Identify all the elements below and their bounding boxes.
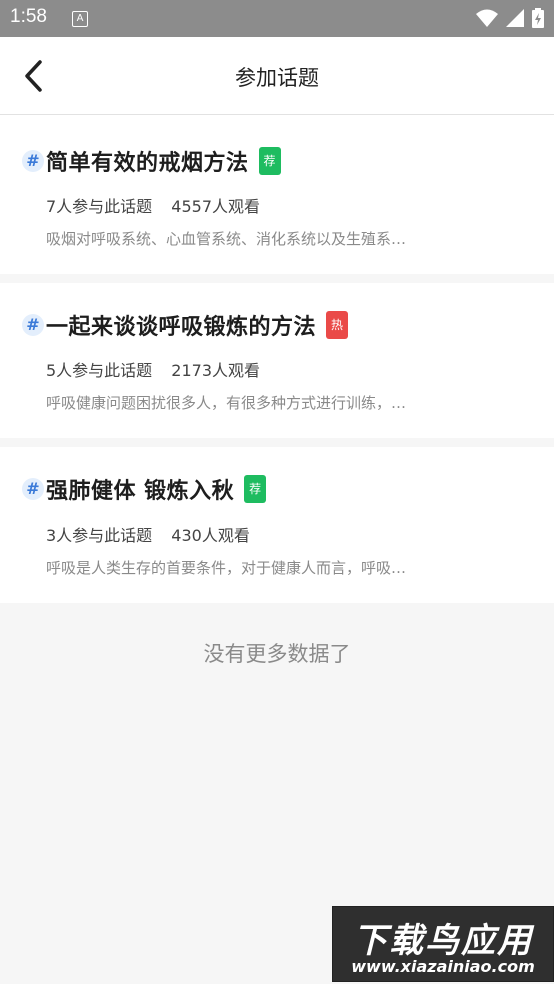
hashtag-icon: #	[22, 314, 44, 336]
topic-header: # 强肺健体 锻炼入秋 荐	[22, 473, 267, 505]
participant-count: 3人参与此话题	[46, 526, 153, 545]
cell-signal-icon	[506, 9, 524, 27]
app-bar: 参加话题	[0, 37, 554, 115]
page-title: 参加话题	[235, 66, 319, 90]
topic-title: 强肺健体 锻炼入秋	[46, 479, 235, 504]
topic-title: 简单有效的戒烟方法	[46, 151, 249, 176]
watermark-main-text: 下载鸟应用	[353, 921, 533, 961]
participant-count: 5人参与此话题	[46, 361, 153, 380]
recommend-badge: 荐	[244, 475, 267, 503]
topic-stats: 5人参与此话题 2173人观看	[46, 357, 260, 381]
watermark-logo: 下载鸟应用 www.xiazainiao.com	[332, 906, 554, 982]
topic-header: # 一起来谈谈呼吸锻炼的方法 热	[22, 309, 349, 341]
view-count: 2173人观看	[171, 361, 261, 380]
hashtag-icon: #	[22, 150, 44, 172]
notification-icon: A	[72, 11, 88, 27]
status-bar: 1:58 A	[0, 0, 554, 37]
topic-stats: 3人参与此话题 430人观看	[46, 522, 250, 546]
view-count: 4557人观看	[171, 197, 261, 216]
topic-description: 呼吸是人类生存的首要条件，对于健康人而言，呼吸…	[46, 559, 407, 577]
topic-card[interactable]: # 强肺健体 锻炼入秋 荐 3人参与此话题 430人观看 呼吸是人类生存的首要条…	[0, 447, 554, 603]
hashtag-icon: #	[22, 478, 44, 500]
view-count: 430人观看	[171, 526, 250, 545]
no-more-data-text: 没有更多数据了	[203, 642, 351, 666]
topic-stats: 7人参与此话题 4557人观看	[46, 193, 260, 217]
recommend-badge: 荐	[258, 147, 281, 175]
topic-header: # 简单有效的戒烟方法 荐	[22, 145, 281, 177]
topic-description: 呼吸健康问题困扰很多人，有很多种方式进行训练，…	[46, 394, 407, 412]
topic-card[interactable]: # 一起来谈谈呼吸锻炼的方法 热 5人参与此话题 2173人观看 呼吸健康问题困…	[0, 283, 554, 438]
watermark-url: www.xiazainiao.com	[351, 957, 535, 976]
status-icons	[476, 8, 544, 28]
topic-card[interactable]: # 简单有效的戒烟方法 荐 7人参与此话题 4557人观看 吸烟对呼吸系统、心血…	[0, 115, 554, 274]
status-time: 1:58	[10, 6, 47, 27]
wifi-icon	[476, 9, 498, 27]
battery-icon	[532, 8, 544, 28]
hot-badge: 热	[326, 311, 349, 339]
topic-description: 吸烟对呼吸系统、心血管系统、消化系统以及生殖系…	[46, 230, 407, 248]
participant-count: 7人参与此话题	[46, 197, 153, 216]
topic-title: 一起来谈谈呼吸锻炼的方法	[46, 315, 317, 340]
